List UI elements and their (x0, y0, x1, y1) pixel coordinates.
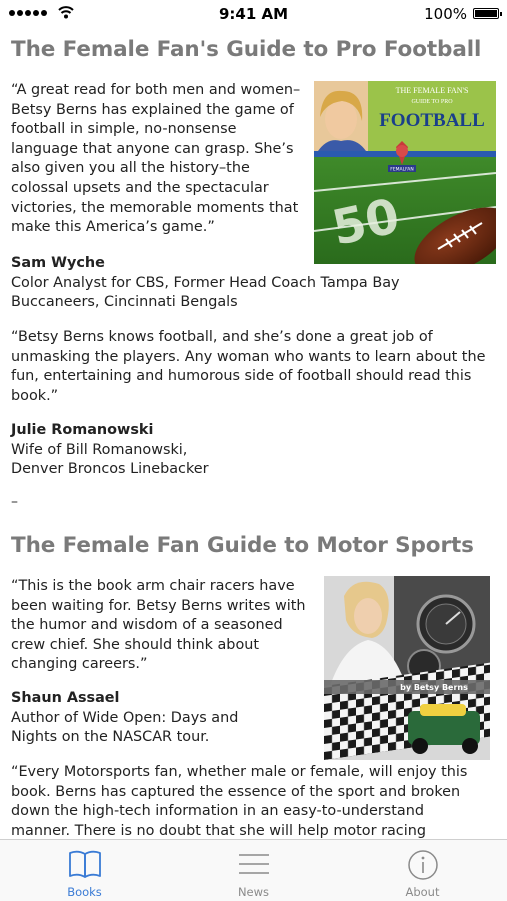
cover-badge-text: FEMALFAN (390, 167, 414, 173)
attribution-julie-romanowski: Julie Romanowski Wife of Bill Romanowski… (11, 422, 209, 478)
info-icon (407, 850, 438, 880)
motor-sports-book-cover: by Betsy Berns (324, 576, 490, 760)
tab-books[interactable]: Books (0, 840, 169, 901)
section-separator: – (11, 494, 18, 510)
battery-icon (473, 8, 502, 19)
author-name: Shaun Assael (11, 690, 120, 706)
quote-sam-wyche: “A great read for both men and women– Be… (11, 82, 301, 236)
attribution-shaun-assael: Shaun Assael Author of Wide Open: Days a… (11, 690, 239, 746)
tab-news-label: News (237, 885, 270, 899)
cover-main-text: FOOTBALL (379, 110, 485, 131)
battery-percentage: 100% (424, 5, 467, 23)
content-scroll-area[interactable]: The Female Fan's Guide to Pro Football T… (0, 28, 507, 839)
book-title-football: The Female Fan's Guide to Pro Football (11, 37, 482, 62)
cover-sub-text: GUIDE TO PRO (411, 99, 453, 105)
quote-julie-romanowski: “Betsy Berns knows football, and she’s d… (11, 329, 486, 404)
tab-books-label: Books (67, 885, 102, 899)
author-name: Sam Wyche (11, 255, 105, 271)
tab-bar: Books News About (0, 839, 507, 901)
football-book-cover: THE FEMALE FAN'S GUIDE TO PRO FOOTBALL 5… (314, 81, 496, 264)
menu-lines-icon (238, 854, 269, 874)
status-bar: 9:41 AM 100% (0, 0, 507, 28)
tab-about[interactable]: About (338, 840, 507, 901)
quote-motorsports-fan: “Every Motorsports fan, whether male or … (11, 764, 468, 839)
tab-news[interactable]: News (169, 840, 338, 901)
cover-top-text: THE FEMALE FAN'S (396, 86, 469, 95)
author-name: Julie Romanowski (11, 422, 154, 438)
attribution-sam-wyche: Sam Wyche Color Analyst for CBS, Former … (11, 255, 400, 311)
book-title-motor-sports: The Female Fan Guide to Motor Sports (11, 533, 474, 558)
cover-byline: by Betsy Berns (400, 683, 468, 692)
book-icon (68, 850, 101, 878)
tab-about-label: About (405, 885, 440, 899)
quote-shaun-assael: “This is the book arm chair racers have … (11, 578, 306, 673)
